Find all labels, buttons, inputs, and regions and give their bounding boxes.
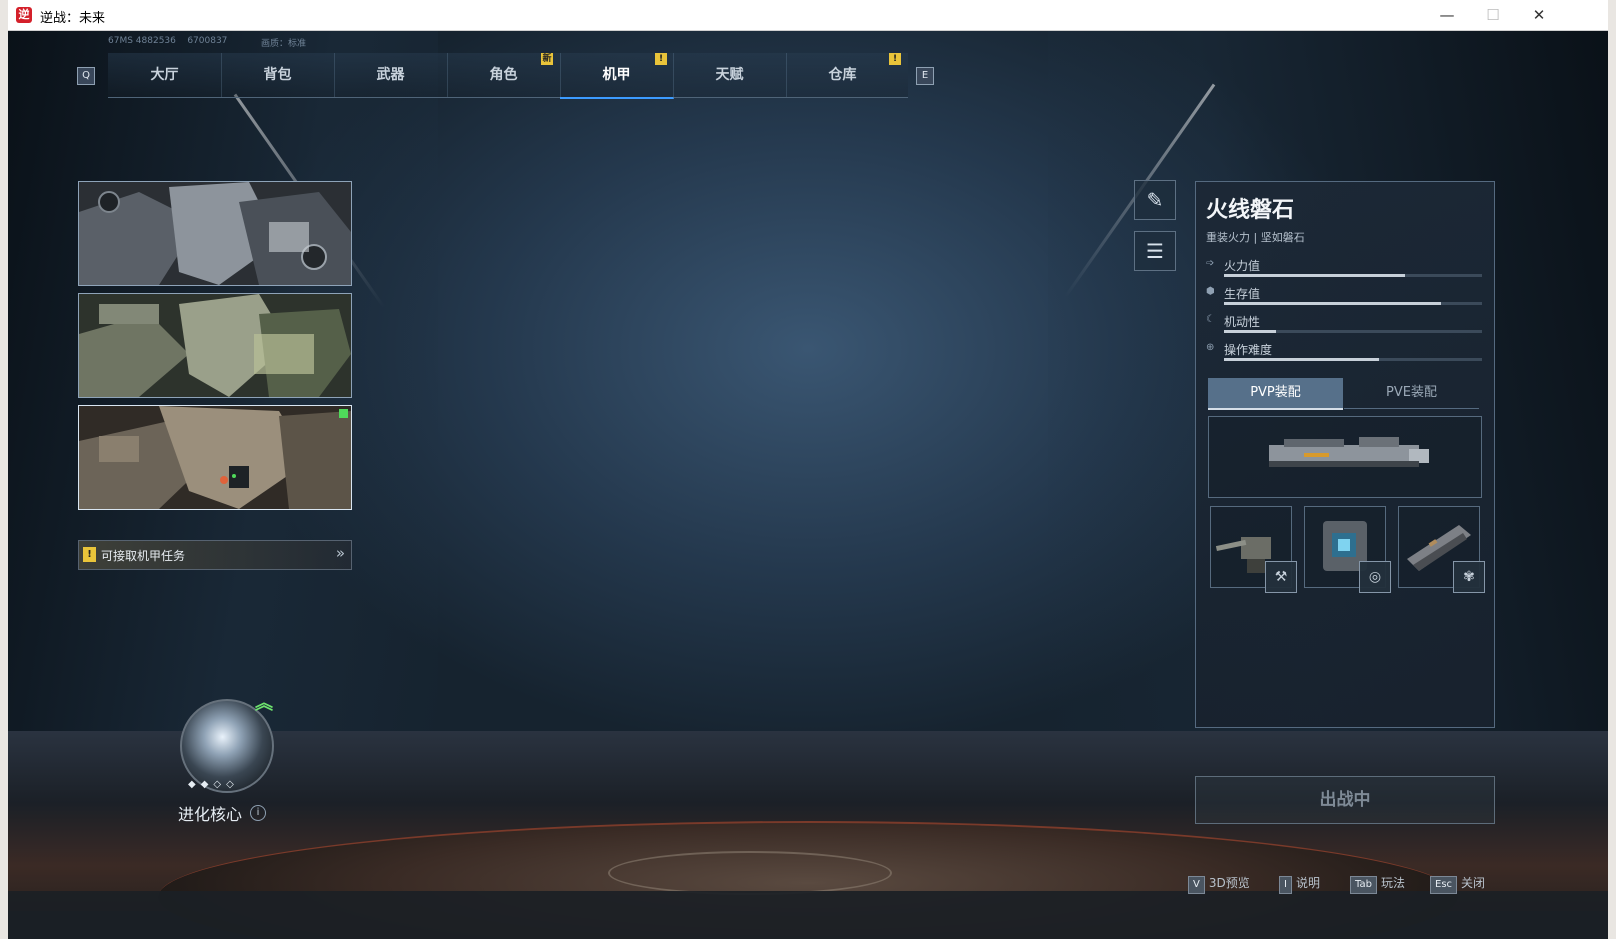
stat-firepower: ➩ 火力值 — [1206, 258, 1486, 282]
main-weapon-art — [1269, 437, 1429, 467]
hint-3d-preview[interactable]: V 3D预览 — [1188, 874, 1250, 894]
prev-tab-key[interactable]: Q — [77, 67, 95, 85]
crosshair-icon: ⊕ — [1206, 342, 1215, 353]
mech-task-label: 可接取机甲任务 — [101, 549, 186, 563]
shield-icon: ⬢ — [1206, 286, 1215, 297]
stat-mobility: ☾ 机动性 — [1206, 314, 1486, 338]
tab-talent[interactable]: 天赋 — [673, 53, 787, 97]
app-logo-icon: 逆 — [16, 7, 32, 23]
stat-bar-fill — [1224, 302, 1441, 305]
window-titlebar: 逆 逆战：未来 — ☐ ✕ — [8, 0, 1608, 31]
minimize-button[interactable]: — — [1424, 2, 1470, 28]
swirl-icon: ◎ — [1359, 561, 1391, 593]
mech-card-1[interactable] — [78, 181, 352, 286]
hint-label: 关闭 — [1461, 876, 1486, 890]
deploy-status-button[interactable]: 出战中 — [1195, 776, 1495, 824]
quality-readout: 画质：标准 — [261, 39, 307, 49]
platform-ring — [608, 851, 892, 895]
secondary-weapon-slot[interactable]: ⚒ — [1210, 506, 1297, 593]
tab-weapons[interactable]: 武器 — [334, 53, 448, 97]
key-cap: V — [1188, 876, 1205, 894]
tab-pve-loadout[interactable]: PVE装配 — [1344, 378, 1479, 409]
stat-bar-fill — [1224, 330, 1276, 333]
close-window-button[interactable]: ✕ — [1516, 2, 1562, 28]
key-cap: Esc — [1430, 876, 1458, 894]
stat-bar-track — [1224, 330, 1482, 333]
hint-close[interactable]: Esc 关闭 — [1430, 874, 1485, 894]
stat-label: 操作难度 — [1224, 343, 1273, 357]
stat-bar-fill — [1224, 358, 1379, 361]
tab-warehouse[interactable]: 仓库 — [786, 53, 899, 97]
spray-paint-button[interactable]: ✎ — [1134, 180, 1176, 220]
ping-readout: 67MS 4882536 6700837 — [108, 36, 228, 46]
stat-bar-track — [1224, 274, 1482, 277]
stat-difficulty: ⊕ 操作难度 — [1206, 342, 1486, 366]
hint-description[interactable]: I 说明 — [1279, 874, 1320, 894]
exclamation-icon: ! — [83, 547, 96, 562]
info-icon[interactable]: i — [250, 805, 266, 821]
maximize-button[interactable]: ☐ — [1470, 2, 1516, 28]
game-viewport: 67MS 4882536 6700837 画质：标准 Q 大厅 背包 武器 角色… — [8, 31, 1608, 939]
key-cap: Tab — [1350, 876, 1377, 894]
turret-icon: ⚒ — [1265, 561, 1297, 593]
alert-badge: ! — [655, 53, 667, 65]
mech-name: 火线磐石 — [1206, 198, 1295, 223]
bottom-hint-bar — [8, 891, 1608, 939]
stat-bar-track — [1224, 302, 1482, 305]
mech-subtitle: 重装火力 | 坚如磐石 — [1206, 231, 1305, 244]
stat-label: 生存值 — [1224, 287, 1261, 301]
stat-label: 火力值 — [1224, 259, 1261, 273]
window-title: 逆战：未来 — [40, 11, 106, 26]
firepower-icon: ➩ — [1206, 258, 1215, 269]
next-tab-key[interactable]: E — [916, 67, 934, 85]
stat-survival: ⬢ 生存值 — [1206, 286, 1486, 310]
wings-icon: ✾ — [1453, 561, 1485, 593]
list-icon[interactable]: ☰ — [1134, 231, 1176, 271]
stat-bar-fill — [1224, 274, 1405, 277]
mech-card-2-art — [79, 294, 351, 397]
evolution-core-label: 进化核心 — [178, 805, 243, 824]
tab-backpack[interactable]: 背包 — [221, 53, 335, 97]
mech-card-2[interactable] — [78, 293, 352, 398]
hint-gameplay[interactable]: Tab 玩法 — [1350, 874, 1405, 894]
mech-task-banner[interactable]: ! 可接取机甲任务 » — [78, 540, 352, 570]
mech-card-3-art — [79, 406, 351, 509]
stat-bar-track — [1224, 358, 1482, 361]
tab-lobby[interactable]: 大厅 — [108, 53, 222, 97]
key-cap: I — [1279, 876, 1292, 894]
alert-badge: ! — [889, 53, 901, 65]
stat-label: 机动性 — [1224, 315, 1261, 329]
core-level-dots: ◆◆◇◇ — [188, 779, 239, 790]
main-nav-tabs: 大厅 背包 武器 角色 机甲 天赋 仓库 — [108, 53, 908, 99]
main-weapon-slot[interactable] — [1208, 416, 1482, 498]
skill-module-slot[interactable]: ◎ — [1304, 506, 1391, 593]
mobility-icon: ☾ — [1206, 314, 1215, 325]
upgrade-arrow-icon: ︽ — [255, 693, 273, 714]
mech-card-1-art — [79, 182, 351, 285]
double-chevron-right-icon: » — [335, 544, 345, 562]
hint-label: 说明 — [1295, 876, 1320, 890]
new-badge: 新 — [541, 53, 553, 65]
utility-slot[interactable]: ✾ — [1398, 506, 1485, 593]
mech-card-3[interactable] — [78, 405, 352, 510]
hint-label: 玩法 — [1380, 876, 1405, 890]
mech-info-panel: 火线磐石 重装火力 | 坚如磐石 ➩ 火力值 ⬢ 生存值 ☾ 机动性 ⊕ 操作难… — [1195, 181, 1495, 728]
tab-pvp-loadout[interactable]: PVP装配 — [1208, 378, 1343, 410]
selected-indicator — [339, 409, 348, 418]
hint-label: 3D预览 — [1208, 876, 1250, 890]
